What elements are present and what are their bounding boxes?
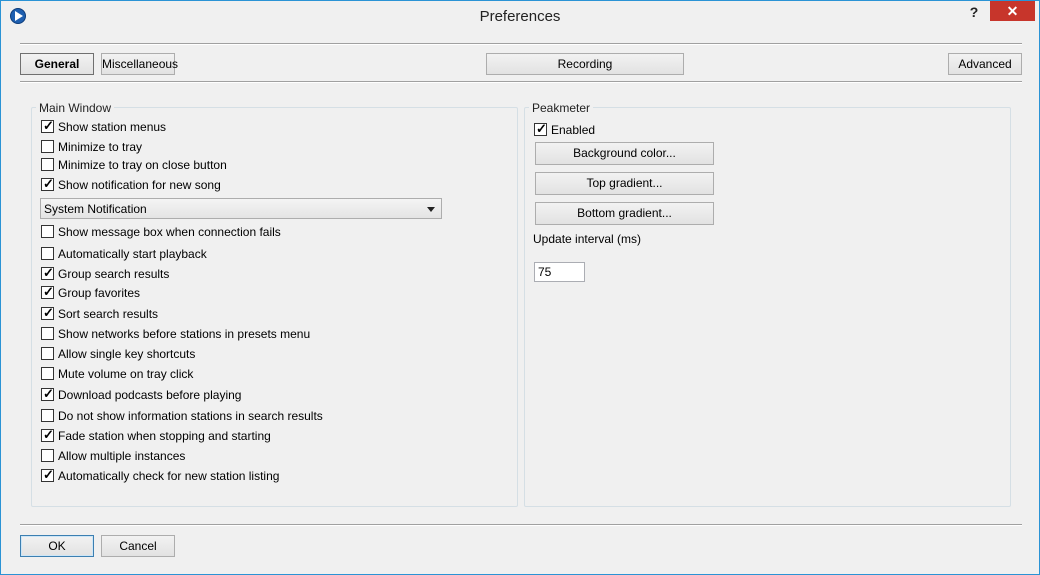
tab-advanced[interactable]: Advanced xyxy=(948,53,1022,75)
update-interval-input[interactable] xyxy=(534,262,585,282)
checkbox-box: ✓ xyxy=(41,284,54,299)
checkbox-box: ✓ xyxy=(41,427,54,442)
check-icon: ✓ xyxy=(43,284,54,299)
checkbox-label: Download podcasts before playing xyxy=(58,388,242,402)
checkbox-label: Fade station when stopping and starting xyxy=(58,429,271,443)
checkbox-label: Minimize to tray xyxy=(58,140,143,154)
tabs-divider xyxy=(20,81,1022,83)
ok-button[interactable]: OK xyxy=(20,535,94,557)
chevron-down-icon xyxy=(427,207,435,212)
check-icon: ✓ xyxy=(43,467,54,482)
checkbox-box: ✓ xyxy=(41,386,54,401)
check-icon: ✓ xyxy=(43,265,54,280)
checkbox-label: Enabled xyxy=(551,123,596,137)
checkbox-box xyxy=(41,449,54,462)
checkbox-box xyxy=(41,140,54,153)
update-interval-label: Update interval (ms) xyxy=(533,232,642,246)
checkbox-label: Show notification for new song xyxy=(58,178,221,192)
help-button[interactable]: ? xyxy=(961,1,987,23)
checkbox-box xyxy=(41,158,54,171)
checkbox-label: Allow single key shortcuts xyxy=(58,347,196,361)
checkbox-label: Show station menus xyxy=(58,120,167,134)
checkbox-box xyxy=(41,247,54,260)
checkbox-box: ✓ xyxy=(41,118,54,133)
bottom-gradient-button[interactable]: Bottom gradient... xyxy=(535,202,714,225)
window-title: Preferences xyxy=(479,8,561,25)
bottom-divider xyxy=(20,524,1022,526)
peakmeter-group xyxy=(524,107,1011,507)
check-icon: ✓ xyxy=(536,121,547,136)
checkbox-label: Group search results xyxy=(58,267,170,281)
checkbox-box: ✓ xyxy=(41,265,54,280)
checkbox-label: Sort search results xyxy=(58,307,159,321)
title-bar[interactable]: Preferences ? ✕ xyxy=(1,1,1039,32)
checkbox-box xyxy=(41,225,54,238)
tab-recording[interactable]: Recording xyxy=(486,53,684,75)
check-icon: ✓ xyxy=(43,427,54,442)
checkbox-box: ✓ xyxy=(534,121,547,136)
checkbox-box xyxy=(41,409,54,422)
peakmeter-group-title: Peakmeter xyxy=(529,101,594,115)
check-icon: ✓ xyxy=(43,386,54,401)
tab-general[interactable]: General xyxy=(20,53,94,75)
checkbox-label: Group favorites xyxy=(58,286,141,300)
checkbox-label: Mute volume on tray click xyxy=(58,367,194,381)
check-icon: ✓ xyxy=(43,118,54,133)
checkbox-label: Show networks before stations in presets… xyxy=(58,327,311,341)
checkbox-label: Automatically check for new station list… xyxy=(58,469,280,483)
check-icon: ✓ xyxy=(43,305,54,320)
checkbox-label: Do not show information stations in sear… xyxy=(58,409,323,423)
background-color-button[interactable]: Background color... xyxy=(535,142,714,165)
notification-type-select[interactable]: System Notification xyxy=(40,198,442,219)
top-divider xyxy=(20,43,1022,45)
checkbox-box xyxy=(41,347,54,360)
notification-type-value: System Notification xyxy=(44,202,147,216)
checkbox-label: Automatically start playback xyxy=(58,247,207,261)
checkbox-box xyxy=(41,327,54,340)
checkbox-label: Show message box when connection fails xyxy=(58,225,281,239)
check-icon: ✓ xyxy=(43,176,54,191)
checkbox-box: ✓ xyxy=(41,305,54,320)
checkbox-label: Allow multiple instances xyxy=(58,449,186,463)
preferences-window: Preferences ? ✕ General Miscellaneous Re… xyxy=(0,0,1040,575)
checkbox-box xyxy=(41,367,54,380)
top-gradient-button[interactable]: Top gradient... xyxy=(535,172,714,195)
main-window-group-title: Main Window xyxy=(36,101,115,115)
close-button[interactable]: ✕ xyxy=(990,1,1035,21)
cancel-button[interactable]: Cancel xyxy=(101,535,175,557)
checkbox-box: ✓ xyxy=(41,467,54,482)
checkbox-box: ✓ xyxy=(41,176,54,191)
tab-miscellaneous[interactable]: Miscellaneous xyxy=(101,53,178,75)
checkbox-label: Minimize to tray on close button xyxy=(58,158,227,172)
